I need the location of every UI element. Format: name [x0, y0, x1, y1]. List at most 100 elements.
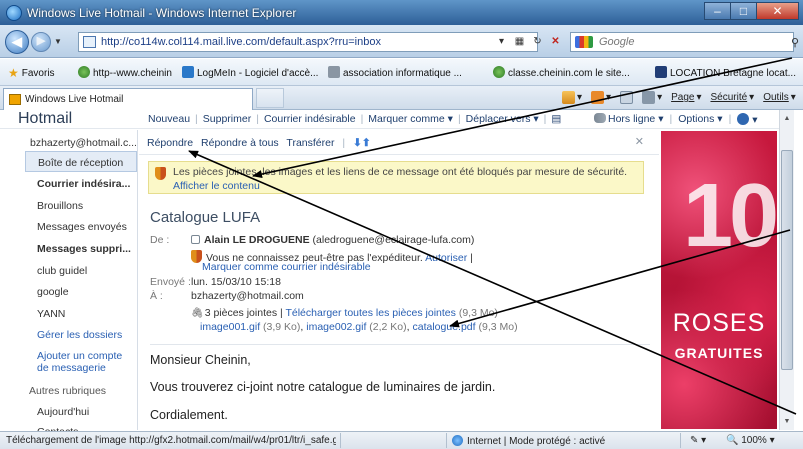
download-all-link[interactable]: Télécharger toutes les pièces jointes — [285, 307, 455, 319]
authorize-link[interactable]: Autoriser — [425, 252, 467, 264]
url-dropdown-icon[interactable]: ▾ — [494, 34, 509, 49]
reply-button[interactable]: Répondre — [147, 137, 193, 149]
refresh-icon[interactable]: ↻ — [530, 34, 545, 49]
message-subject: Catalogue LUFA — [150, 209, 261, 226]
home-button[interactable]: ▾ — [562, 91, 582, 104]
folder-sidebar: bzhazerty@hotmail.c... Boîte de réceptio… — [0, 130, 138, 438]
scroll-up-icon[interactable]: ▲ — [781, 112, 793, 125]
search-input[interactable]: Google — [570, 32, 794, 52]
command-bar: ▾ ▾ ▾ Page▾ Sécurité▾ Outils▾ ▾ — [562, 91, 803, 104]
favorite-item-cheinin[interactable]: http--www.cheinin — [78, 66, 172, 79]
folder-inbox[interactable]: Boîte de réception — [25, 151, 137, 172]
junk-button[interactable]: Courrier indésirable — [259, 113, 361, 125]
security-warning: Les pièces jointes, les images et les li… — [148, 161, 644, 194]
folder-google[interactable]: google — [25, 281, 137, 302]
attachment-catalogue[interactable]: catalogue.pdf — [413, 321, 476, 333]
close-button[interactable]: ✕ — [756, 2, 799, 20]
to-label: À : — [150, 290, 163, 302]
page-icon — [83, 36, 96, 48]
folder-deleted[interactable]: Messages suppri... — [25, 238, 137, 259]
window-titlebar: Windows Live Hotmail - Windows Internet … — [0, 0, 803, 25]
show-content-link[interactable]: Afficher le contenu — [173, 180, 637, 192]
add-account-link[interactable]: Ajouter un compte de messagerie — [25, 345, 137, 379]
folder-club-guidel[interactable]: club guidel — [25, 260, 137, 281]
rss-icon — [591, 91, 605, 104]
today-link[interactable]: Aujourd'hui — [25, 401, 137, 422]
reply-all-button[interactable]: Répondre à tous — [201, 137, 279, 149]
globe-icon — [452, 435, 463, 446]
ad-roses: ROSES — [672, 309, 766, 337]
help-button[interactable]: ▾ — [737, 113, 758, 126]
security-menu[interactable]: Sécurité ▾ — [710, 91, 754, 104]
sent-date: lun. 15/03/10 15:18 — [191, 276, 281, 288]
paperclip-icon: 🖇 — [191, 308, 204, 319]
minimize-button[interactable]: – — [704, 2, 731, 20]
sender-email: (aledroguene@eclairage-lufa.com) — [312, 234, 475, 246]
zoom-level[interactable]: 🔍 100% ▾ — [726, 435, 775, 446]
manage-folders-link[interactable]: Gérer les dossiers — [25, 324, 137, 345]
ad-number: 10 — [683, 166, 777, 266]
contact-icon — [191, 235, 200, 244]
favorite-site-icon — [655, 66, 667, 78]
presence-button[interactable]: Hors ligne ▾ — [594, 113, 663, 126]
addons-icon[interactable]: ✎ ▾ — [690, 435, 706, 446]
folder-junk[interactable]: Courrier indésira... — [25, 173, 137, 194]
sender-name[interactable]: Alain LE DROGUENE — [204, 234, 310, 246]
favorite-item-association[interactable]: association informatique ... — [328, 66, 462, 79]
page-menu[interactable]: Page ▾ — [671, 91, 701, 104]
maximize-button[interactable]: □ — [730, 2, 757, 20]
security-zone[interactable]: Internet | Mode protégé : activé — [452, 435, 605, 447]
delete-button[interactable]: Supprimer — [198, 113, 256, 125]
options-button[interactable]: Options ▾ — [678, 113, 722, 126]
roses-ad-banner[interactable]: 10 ROSES GRATUITES — [661, 131, 777, 429]
tab-hotmail[interactable]: Windows Live Hotmail — [3, 88, 253, 110]
compatibility-icon[interactable]: ▦ — [512, 34, 527, 49]
favorite-item-logmein[interactable]: LogMeIn - Logiciel d'accè... — [182, 66, 318, 79]
print-mail-icon[interactable]: ▤ — [546, 113, 566, 125]
folder-yann[interactable]: YANN — [25, 303, 137, 324]
favorite-item-classe[interactable]: classe.cheinin.com le site... — [493, 66, 630, 79]
new-button[interactable]: Nouveau — [143, 113, 195, 125]
ie-logo-icon — [6, 5, 22, 21]
url-text: http://co114w.col114.mail.live.com/defau… — [101, 36, 381, 48]
close-message-icon[interactable]: ✕ — [635, 135, 644, 148]
favorites-bar: ★ Favoris http--www.cheinin LogMeIn - Log… — [0, 59, 803, 86]
scroll-thumb[interactable] — [781, 150, 793, 370]
favorites-button[interactable]: ★ Favoris — [8, 66, 55, 80]
tools-menu[interactable]: Outils ▾ — [763, 91, 796, 104]
mark-junk-link[interactable]: Marquer comme courrier indésirable — [202, 261, 371, 273]
new-tab-button[interactable] — [256, 88, 284, 108]
feeds-button[interactable]: ▾ — [591, 91, 611, 104]
prev-next-icon[interactable]: ⬇⬆ — [353, 137, 371, 149]
favorite-site-icon — [493, 66, 505, 78]
forward-mail-button[interactable]: Transférer — [286, 137, 334, 149]
attachments-summary: 🖇3 pièces jointes | Télécharger toutes l… — [191, 307, 498, 319]
stop-icon[interactable]: ✕ — [548, 34, 563, 49]
favorite-site-icon — [78, 66, 90, 78]
favorite-item-location[interactable]: LOCATION Bretagne locat... — [655, 66, 796, 79]
sender: Alain LE DROGUENE (aledroguene@eclairage… — [191, 234, 474, 246]
folder-sent[interactable]: Messages envoyés — [25, 216, 137, 237]
forward-button[interactable]: ▶ — [31, 32, 51, 52]
address-bar-row: ◀ ▶ ▼ http://co114w.col114.mail.live.com… — [0, 25, 803, 58]
scroll-down-icon[interactable]: ▼ — [781, 415, 793, 428]
search-placeholder: Google — [599, 36, 635, 48]
account-name[interactable]: bzhazerty@hotmail.c... — [30, 137, 137, 149]
folder-drafts[interactable]: Brouillons — [25, 195, 137, 216]
url-input[interactable]: http://co114w.col114.mail.live.com/defau… — [78, 32, 538, 52]
mail-toolbar: Nouveau | Supprimer | Courrier indésirable… — [143, 113, 566, 125]
attachment-image002[interactable]: image002.gif — [306, 321, 366, 333]
reading-pane: Répondre Répondre à tous Transférer | ⬇⬆… — [139, 130, 659, 430]
move-to-button[interactable]: Déplacer vers ▾ — [461, 113, 544, 125]
read-mail-button[interactable] — [620, 91, 634, 104]
print-button[interactable]: ▾ — [642, 91, 662, 104]
history-dropdown-icon[interactable]: ▼ — [54, 37, 62, 46]
mark-as-button[interactable]: Marquer comme ▾ — [363, 113, 458, 125]
page-scrollbar[interactable]: ▲ ▼ — [779, 110, 794, 430]
back-button[interactable]: ◀ — [5, 30, 29, 54]
body-text: Vous trouverez ci-joint notre catalogue … — [150, 380, 496, 394]
search-icon[interactable]: ⚲ — [791, 36, 799, 49]
presence-icon — [594, 113, 606, 123]
attachment-image001[interactable]: image001.gif — [200, 321, 260, 333]
download-size: (9,3 Mo) — [458, 307, 498, 319]
